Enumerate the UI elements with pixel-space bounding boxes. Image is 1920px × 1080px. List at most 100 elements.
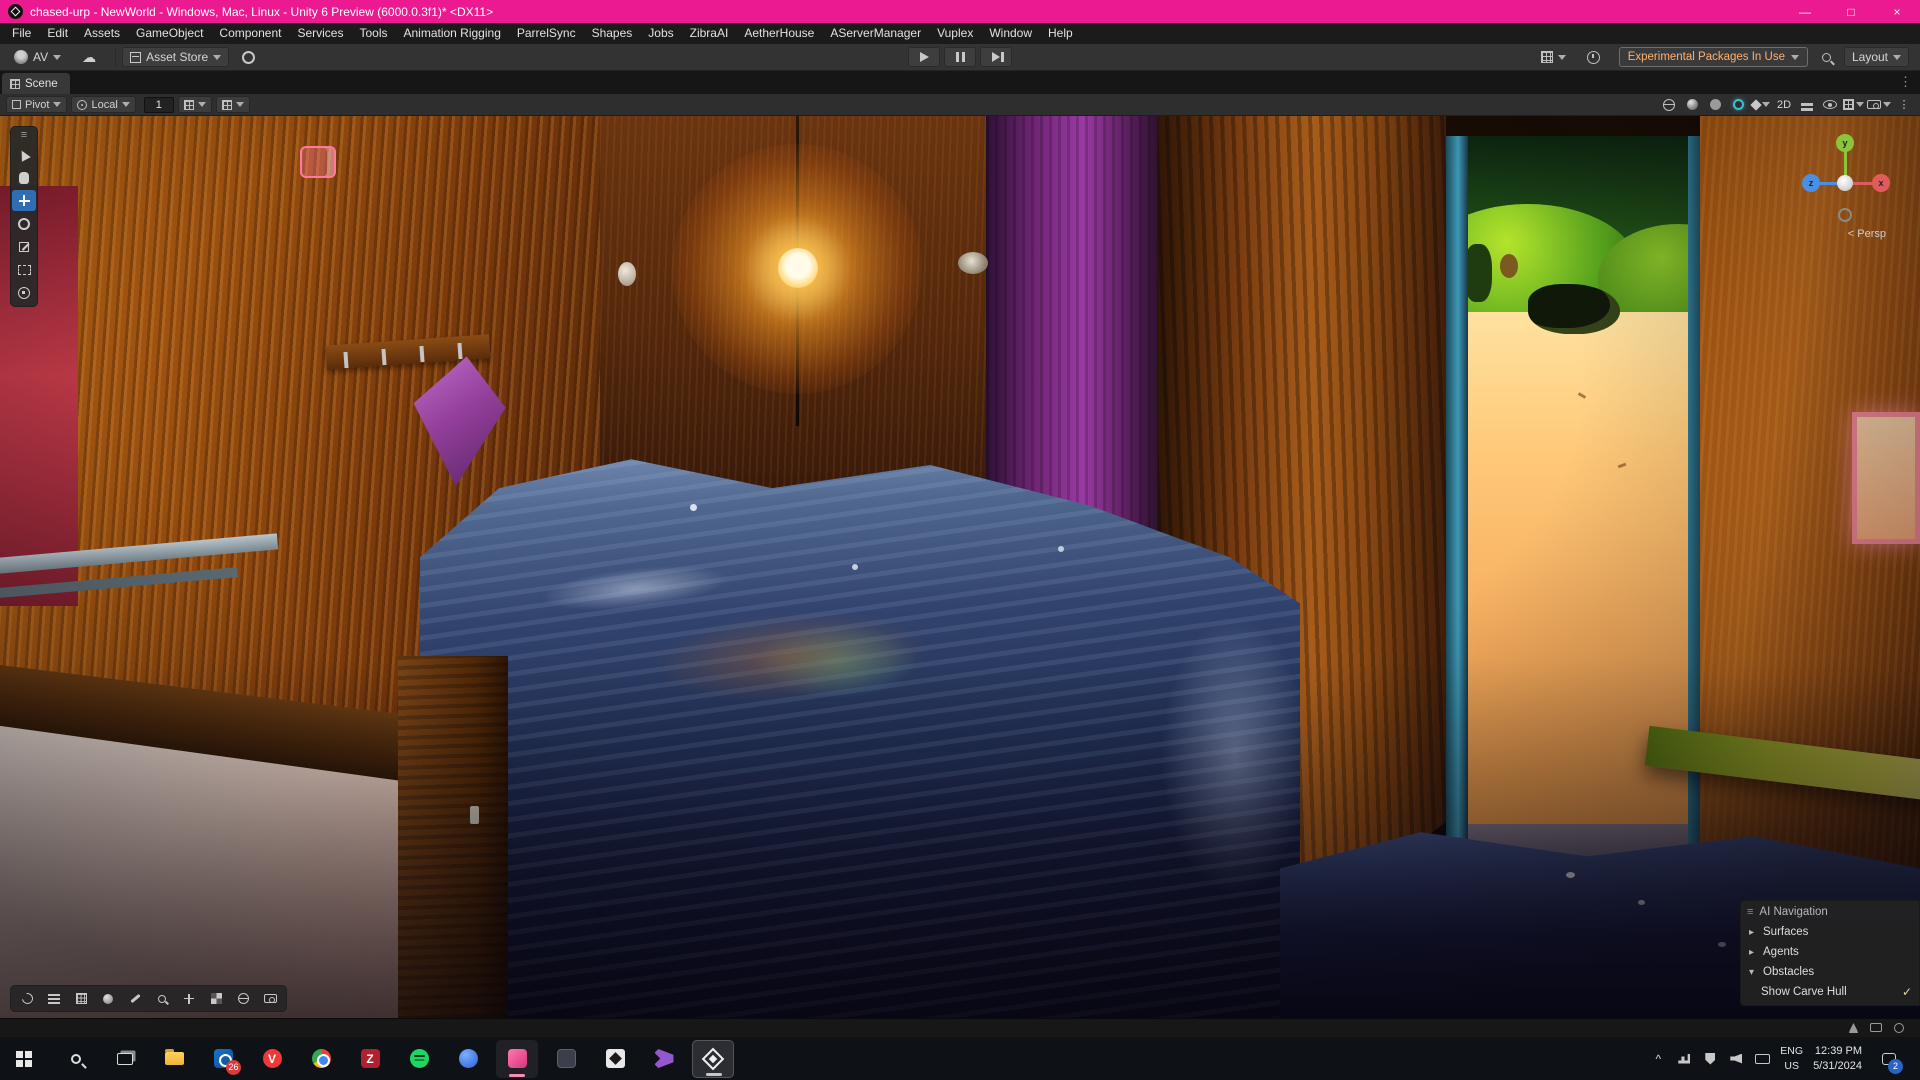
zed-button[interactable]: Z	[349, 1040, 391, 1078]
effects-dropdown[interactable]	[1751, 96, 1771, 114]
menu-item-tools[interactable]: Tools	[351, 23, 395, 44]
zoom-button[interactable]	[150, 989, 174, 1008]
layers-dropdown[interactable]	[1797, 96, 1817, 114]
menu-item-shapes[interactable]: Shapes	[584, 23, 641, 44]
foldout-icon[interactable]: ▸	[1749, 927, 1759, 938]
vivaldi-button[interactable]: V	[251, 1040, 293, 1078]
2d-toggle[interactable]: 2D	[1774, 96, 1794, 114]
brush-button[interactable]	[123, 989, 147, 1008]
pivot-dropdown[interactable]: Pivot	[6, 96, 67, 113]
maximize-button[interactable]: □	[1828, 0, 1874, 23]
security-tray-icon[interactable]	[1702, 1051, 1718, 1067]
spotify-button[interactable]	[398, 1040, 440, 1078]
capture-button[interactable]	[258, 989, 282, 1008]
menu-item-zibraai[interactable]: ZibraAI	[682, 23, 737, 44]
menu-item-vuplex[interactable]: Vuplex	[929, 23, 981, 44]
progress-icon[interactable]	[1894, 1023, 1904, 1033]
visual-studio-button[interactable]	[643, 1040, 685, 1078]
menu-item-assets[interactable]: Assets	[76, 23, 128, 44]
grid-visibility-dropdown[interactable]	[1843, 96, 1864, 114]
pink-app-button[interactable]	[496, 1040, 538, 1078]
menu-item-edit[interactable]: Edit	[39, 23, 76, 44]
tools-overlay-handle[interactable]: ≡	[21, 129, 27, 143]
blue-app-button[interactable]	[447, 1040, 489, 1078]
gizmo-center-handle[interactable]	[1837, 175, 1853, 191]
tab-scene[interactable]: Scene	[2, 73, 70, 94]
sphere-button[interactable]	[96, 989, 120, 1008]
menu-item-window[interactable]: Window	[981, 23, 1040, 44]
layout-dropdown[interactable]: Layout	[1844, 47, 1909, 67]
mixer-button[interactable]	[42, 989, 66, 1008]
menu-item-file[interactable]: File	[4, 23, 39, 44]
console-icon[interactable]	[1870, 1023, 1882, 1032]
light-probe-gizmo-icon[interactable]	[300, 146, 336, 178]
globe-button[interactable]	[231, 989, 255, 1008]
scale-tool-button[interactable]	[12, 236, 36, 257]
step-button[interactable]	[980, 47, 1012, 67]
rotate-tool-button[interactable]	[12, 213, 36, 234]
transform-tool-button[interactable]	[12, 282, 36, 303]
gizmo-y-handle[interactable]: y	[1836, 134, 1854, 152]
ai-navigation-header[interactable]: ≡ AI Navigation	[1741, 901, 1919, 922]
browser-button[interactable]	[300, 1040, 342, 1078]
orientation-gizmo[interactable]: y x z	[1798, 132, 1894, 228]
foldout-icon[interactable]: ▸	[1749, 947, 1759, 958]
menu-item-services[interactable]: Services	[289, 23, 351, 44]
file-explorer-button[interactable]	[153, 1040, 195, 1078]
asset-store-dropdown[interactable]: Asset Store	[122, 47, 229, 67]
title-bar[interactable]: chased-urp - NewWorld - Windows, Mac, Li…	[0, 0, 1920, 23]
outlook-button[interactable]: 26	[202, 1040, 244, 1078]
language-indicator[interactable]: ENG US	[1780, 1044, 1803, 1072]
obstacles-foldout[interactable]: ▾ Obstacles	[1741, 962, 1919, 982]
scene-viewport[interactable]: ≡ y x z < Persp ≡ AI Navigati	[0, 116, 1920, 1018]
snap-increment-dropdown[interactable]	[216, 96, 250, 113]
minimize-button[interactable]: —	[1782, 0, 1828, 23]
menu-item-aetherhouse[interactable]: AetherHouse	[736, 23, 822, 44]
pan-button[interactable]	[177, 989, 201, 1008]
menu-item-gameobject[interactable]: GameObject	[128, 23, 211, 44]
agents-foldout[interactable]: ▸ Agents	[1741, 942, 1919, 962]
skybox-toggle[interactable]	[1659, 96, 1679, 114]
tab-menu-kebab-icon[interactable]: ⋮	[1899, 74, 1912, 90]
move-tool-button[interactable]	[12, 190, 36, 211]
unity-editor-button[interactable]	[692, 1040, 734, 1078]
start-button[interactable]	[6, 1040, 48, 1078]
handle-space-dropdown[interactable]: Local	[71, 96, 135, 113]
grid-size-field[interactable]: 1	[144, 97, 174, 113]
cloud-button[interactable]: ☁	[74, 47, 104, 67]
play-button[interactable]	[908, 47, 940, 67]
foldout-icon[interactable]: ▾	[1749, 967, 1759, 978]
unity-hub-button[interactable]	[594, 1040, 636, 1078]
negative-axis-handle[interactable]	[1838, 208, 1852, 222]
projection-label[interactable]: < Persp	[1848, 228, 1886, 240]
visibility-toggle[interactable]	[1820, 96, 1840, 114]
menu-item-parrelsync[interactable]: ParrelSync	[509, 23, 584, 44]
bell-icon[interactable]	[1849, 1023, 1858, 1033]
tray-expand-button[interactable]: ^	[1650, 1052, 1666, 1066]
lighting-toggle[interactable]	[1682, 96, 1702, 114]
menu-item-aservermanager[interactable]: AServerManager	[822, 23, 929, 44]
audio-toggle[interactable]	[1705, 96, 1725, 114]
overlay-handle-icon[interactable]: ≡	[1747, 906, 1753, 918]
menu-item-animation-rigging[interactable]: Animation Rigging	[395, 23, 508, 44]
network-tray-icon[interactable]	[1676, 1051, 1692, 1067]
refresh-button[interactable]	[15, 989, 39, 1008]
rect-tool-button[interactable]	[12, 259, 36, 280]
menu-item-help[interactable]: Help	[1040, 23, 1081, 44]
menu-item-component[interactable]: Component	[211, 23, 289, 44]
show-carve-hull-checkbox[interactable]: ✓	[1902, 985, 1915, 999]
volume-tray-icon[interactable]	[1728, 1051, 1744, 1067]
account-dropdown[interactable]: AV	[6, 47, 69, 67]
grid-button[interactable]	[69, 989, 93, 1008]
camera-settings-dropdown[interactable]	[1867, 96, 1891, 114]
undo-history-button[interactable]	[1533, 47, 1574, 67]
pause-button[interactable]	[944, 47, 976, 67]
task-view-button[interactable]	[104, 1040, 146, 1078]
taskbar-search-button[interactable]	[55, 1040, 97, 1078]
grid-snap-dropdown[interactable]	[178, 96, 212, 113]
dark-app-button[interactable]	[545, 1040, 587, 1078]
keyboard-tray-icon[interactable]	[1754, 1051, 1770, 1067]
activity-window-button[interactable]	[1579, 47, 1608, 67]
version-control-button[interactable]	[234, 47, 263, 67]
menu-item-jobs[interactable]: Jobs	[640, 23, 681, 44]
